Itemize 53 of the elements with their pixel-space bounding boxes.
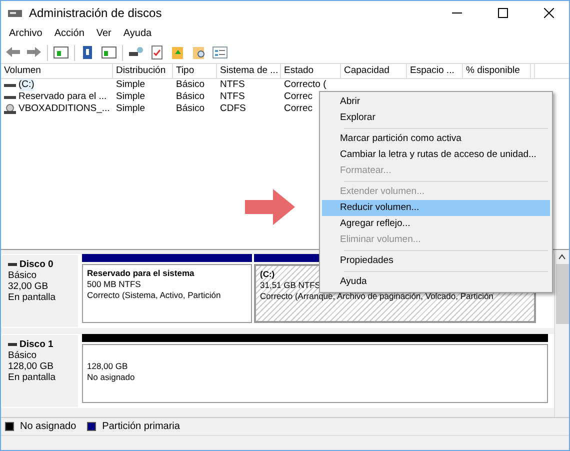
partition-info: Correcto (Arranque, Archivo de paginación, Volcado, Partición (260, 291, 494, 302)
partition[interactable]: Reservado para el sistema 500 MB NTFS Correcto (Sistema, Activo, Partición (82, 264, 252, 323)
column-header[interactable]: Espacio ... (407, 64, 463, 78)
table-cell-text: Correc (283, 91, 314, 103)
table-cell-text: Básico (175, 103, 206, 115)
menu-item[interactable]: Explorar (322, 110, 550, 126)
partition-info: No asignado (87, 372, 135, 383)
menu-item[interactable]: Reducir volumen... (322, 200, 550, 216)
disk-name: Disco 1 (20, 339, 54, 350)
table-cell: Reservado para el ... (18, 91, 107, 103)
disk-info: 32,00 GB (8, 281, 48, 292)
disk-info: En pantalla (8, 292, 56, 303)
window-title: Administración de discos (29, 5, 163, 22)
disk-info: 128,00 GB (8, 361, 54, 372)
table-cell: VBOXADDITIONS_... (18, 103, 110, 115)
legend-label: Partición primaria (102, 420, 180, 434)
partition-info: Correcto (Sistema, Activo, Partición (87, 290, 221, 301)
table-cell-text: Simple (115, 79, 146, 91)
disk-info: Básico (8, 270, 37, 281)
table-cell-text: Básico (175, 91, 206, 103)
column-header[interactable]: Tipo (173, 64, 217, 78)
menu-item[interactable]: Acción (48, 26, 90, 41)
table-cell-text: Simple (115, 91, 146, 103)
table-cell-text: Simple (115, 103, 146, 115)
table-cell-text: Correcto ( (283, 79, 328, 91)
partition-title: (C:) (260, 269, 275, 280)
partition-info: 128,00 GB (87, 361, 128, 372)
disk-info: Básico (8, 350, 37, 361)
table-cell-text: NTFS (219, 79, 246, 91)
menu-item[interactable]: Marcar partición como activa (322, 131, 550, 147)
column-header[interactable]: Distribución (113, 64, 173, 78)
menu-item[interactable]: Agregar reflejo... (322, 216, 550, 232)
disk-name: Disco 0 (20, 259, 54, 270)
partition[interactable]: 128,00 GB No asignado (82, 344, 548, 403)
column-header[interactable]: Volumen (1, 64, 113, 78)
column-header[interactable]: Sistema de ... (217, 64, 281, 78)
column-header[interactable]: % disponible (463, 64, 531, 78)
table-cell-text: NTFS (219, 91, 246, 103)
table-cell: (C:) (18, 79, 34, 91)
menu-item[interactable]: Abrir (322, 94, 550, 110)
menu-item[interactable]: Ayuda (117, 26, 158, 41)
table-cell-text: CDFS (219, 103, 247, 115)
partition-info: 500 MB NTFS (87, 279, 141, 290)
legend-label: No asignado (20, 420, 76, 434)
partition-title: Reservado para el sistema (87, 268, 194, 279)
column-header[interactable]: Estado (281, 64, 341, 78)
menu-item[interactable]: Archivo (3, 26, 48, 41)
table-cell-text: Correc (283, 103, 314, 115)
table-cell-text: Básico (175, 79, 206, 91)
menu-item[interactable]: Ver (90, 26, 118, 41)
column-header[interactable]: Capacidad (341, 64, 407, 78)
disk-info: En pantalla (8, 372, 56, 383)
menu-item[interactable]: Cambiar la letra y rutas de acceso de unidad... (322, 147, 550, 163)
